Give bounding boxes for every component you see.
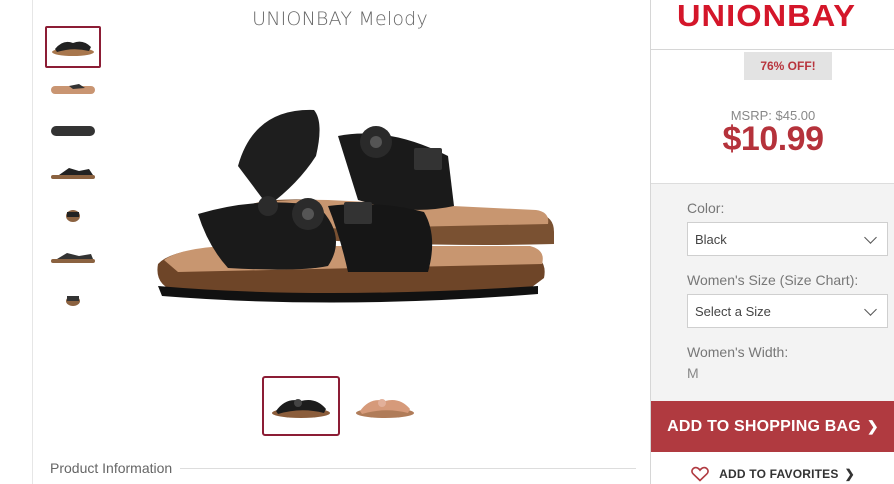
gallery-divider: [32, 0, 33, 484]
thumbnail-7[interactable]: [45, 278, 101, 320]
thumbnail-2[interactable]: [45, 68, 101, 110]
add-to-shopping-bag-button[interactable]: ADD TO SHOPPING BAG ❯: [651, 401, 894, 452]
section-divider: [180, 467, 636, 469]
thumbnail-list: [45, 26, 103, 320]
width-value: M: [687, 365, 699, 381]
color-select[interactable]: Black: [687, 222, 888, 256]
size-label: Women's Size (Size Chart):: [687, 272, 859, 288]
color-select-value: Black: [695, 231, 727, 247]
discount-badge: 76% OFF!: [744, 52, 832, 80]
brand-divider: [651, 49, 894, 50]
product-information-label: Product Information: [50, 460, 173, 476]
main-product-image[interactable]: [118, 96, 564, 306]
thumbnail-4[interactable]: [45, 152, 101, 194]
brand-logo[interactable]: UNIONBAY: [677, 0, 894, 38]
size-select[interactable]: Select a Size: [687, 294, 888, 328]
purchase-panel: UNIONBAY 76% OFF! MSRP: $45.00 $10.99 Co…: [650, 0, 894, 484]
product-options: Color: Black Women's Size (Size Chart): …: [651, 183, 894, 401]
thumbnail-5[interactable]: [45, 194, 101, 236]
chevron-right-icon: ❯: [866, 418, 879, 434]
size-select-value: Select a Size: [695, 303, 771, 319]
product-information-heading: Product Information: [50, 460, 636, 476]
swatch-tan[interactable]: [346, 376, 424, 436]
thumbnail-1[interactable]: [45, 26, 101, 68]
color-label: Color:: [687, 200, 725, 216]
chevron-down-icon: [864, 303, 877, 316]
heart-icon: [691, 466, 710, 482]
thumbnail-3[interactable]: [45, 110, 101, 152]
chevron-down-icon: [864, 231, 877, 244]
sale-price: $10.99: [722, 120, 825, 158]
color-swatches: [262, 376, 424, 436]
product-title: UNIONBAY Melody: [252, 8, 428, 30]
swatch-black[interactable]: [262, 376, 340, 436]
add-to-bag-label: ADD TO SHOPPING BAG: [667, 417, 861, 435]
width-label: Women's Width:: [687, 344, 789, 360]
thumbnail-6[interactable]: [45, 236, 101, 278]
add-to-favorites-label: ADD TO FAVORITES: [719, 467, 839, 481]
chevron-right-icon: ❯: [844, 467, 855, 481]
add-to-favorites-button[interactable]: ADD TO FAVORITES ❯: [651, 466, 894, 482]
